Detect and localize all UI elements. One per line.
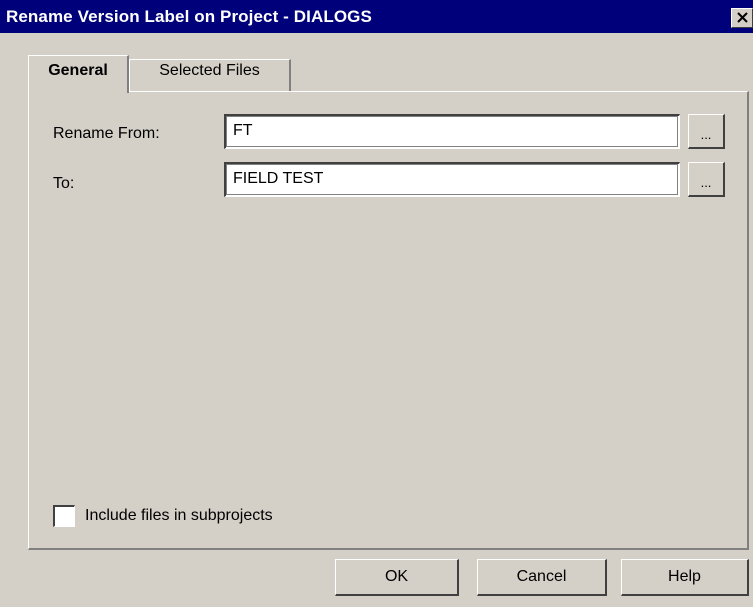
- tab-general-label: General: [48, 62, 108, 79]
- rename-from-browse-button[interactable]: ...: [688, 114, 725, 149]
- window-title: Rename Version Label on Project - DIALOG…: [6, 7, 372, 26]
- close-icon: [737, 12, 748, 23]
- to-label: To:: [53, 175, 75, 192]
- to-browse-button[interactable]: ...: [688, 162, 725, 197]
- cancel-button[interactable]: Cancel: [477, 559, 607, 596]
- title-bar[interactable]: Rename Version Label on Project - DIALOG…: [0, 0, 753, 33]
- include-subprojects-checkbox[interactable]: [53, 505, 75, 527]
- rename-from-field[interactable]: FT: [224, 114, 680, 149]
- to-field[interactable]: FIELD TEST: [224, 162, 680, 197]
- close-button[interactable]: [731, 8, 753, 28]
- ok-button[interactable]: OK: [335, 559, 459, 596]
- rename-from-label: Rename From:: [53, 125, 160, 142]
- help-button[interactable]: Help: [621, 559, 749, 596]
- tab-selected-files[interactable]: Selected Files: [129, 59, 291, 91]
- general-tab-panel: Rename From: FT ... To: FIELD TEST ... I…: [28, 91, 749, 550]
- tab-general[interactable]: General: [28, 55, 129, 93]
- include-subprojects-label[interactable]: Include files in subprojects: [85, 507, 273, 525]
- tab-selected-files-label: Selected Files: [159, 62, 260, 79]
- rename-version-label-dialog: Rename Version Label on Project - DIALOG…: [0, 0, 753, 607]
